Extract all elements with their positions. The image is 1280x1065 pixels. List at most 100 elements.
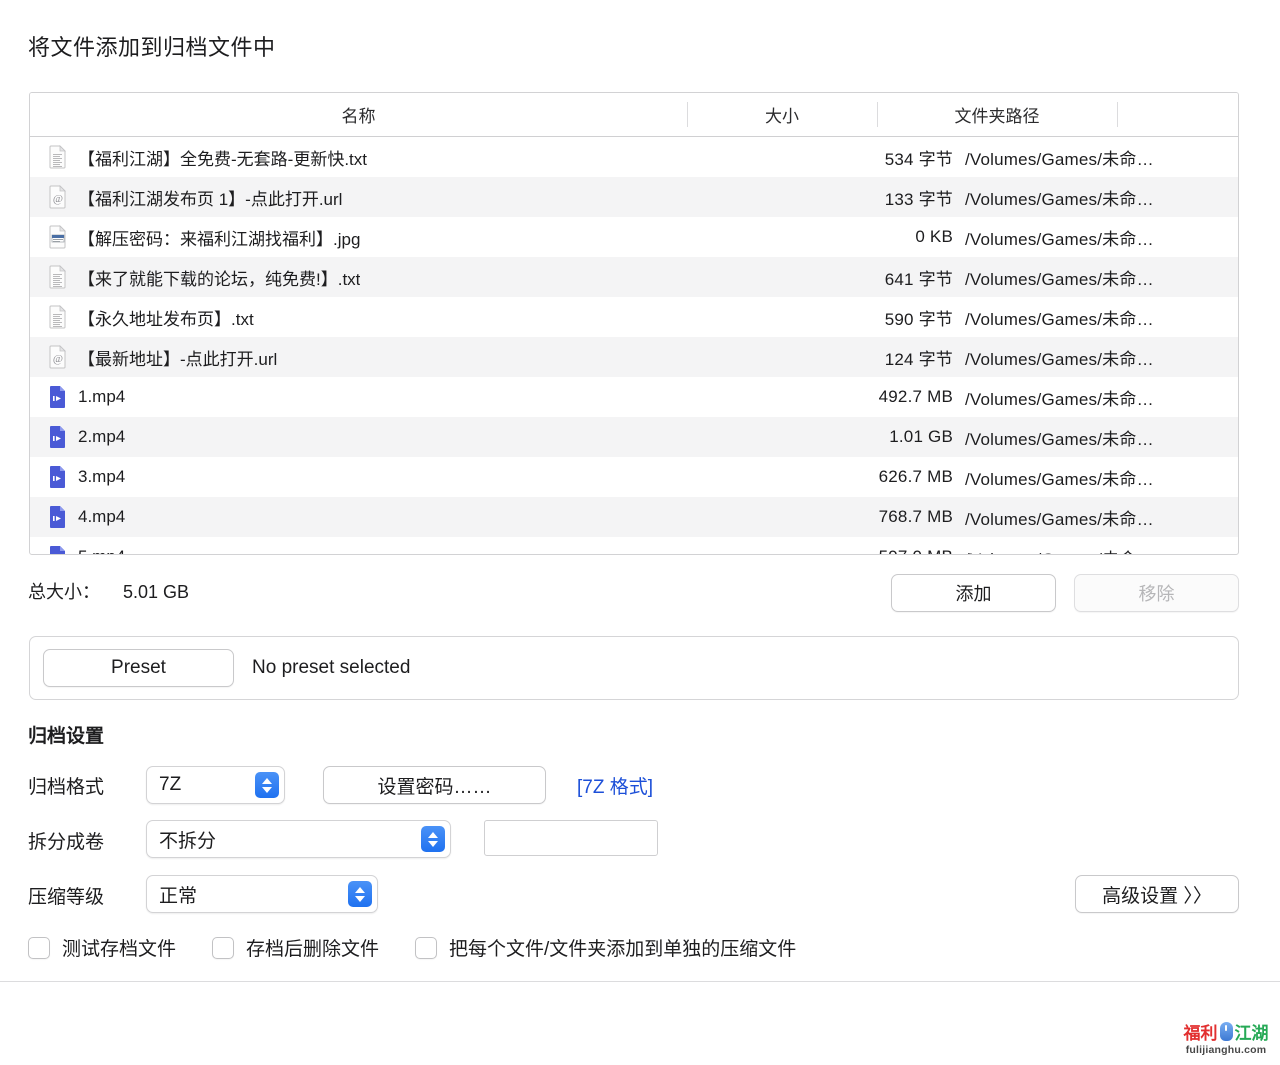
file-size-cell: 133 字节 bbox=[746, 185, 961, 210]
file-name-text: 1.mp4 bbox=[78, 387, 125, 407]
options-checkbox-row: 测试存档文件 存档后删除文件 把每个文件/文件夹添加到单独的压缩文件 bbox=[28, 934, 796, 961]
table-row[interactable]: 2.mp41.01 GB/Volumes/Games/未命… bbox=[30, 417, 1238, 457]
watermark-text-green: 江湖 bbox=[1235, 1019, 1269, 1044]
table-row[interactable]: 【永久地址发布页】.txt590 字节/Volumes/Games/未命… bbox=[30, 297, 1238, 337]
mouse-icon bbox=[1220, 1022, 1233, 1041]
text-file-icon bbox=[48, 305, 68, 329]
checkbox-box[interactable] bbox=[415, 937, 437, 959]
archive-format-value: 7Z bbox=[147, 774, 181, 796]
file-path-cell: /Volumes/Games/未命… bbox=[961, 185, 1238, 210]
option-checkbox-3[interactable]: 把每个文件/文件夹添加到单独的压缩文件 bbox=[415, 934, 796, 961]
table-row[interactable]: @ 【最新地址】-点此打开.url 124 字节/Volumes/Games/未命… bbox=[30, 337, 1238, 377]
file-size-cell: 124 字节 bbox=[746, 345, 961, 370]
column-header-name[interactable]: 名称 bbox=[30, 93, 687, 136]
url-file-icon: @ bbox=[48, 185, 68, 209]
file-size-cell: 597.0 MB bbox=[746, 547, 961, 555]
dialog-footer: 更多选项 取消 开始 bbox=[0, 982, 1280, 1065]
file-name-cell: 【永久地址发布页】.txt bbox=[30, 305, 746, 330]
page-title: 将文件添加到归档文件中 bbox=[28, 30, 276, 62]
file-name-text: 3.mp4 bbox=[78, 467, 125, 487]
watermark-text-red: 福利 bbox=[1184, 1019, 1218, 1044]
file-name-cell: 【解压密码：来福利江湖找福利】.jpg bbox=[30, 225, 746, 250]
video-file-icon bbox=[48, 505, 68, 529]
total-size-label: 总大小： bbox=[28, 582, 100, 602]
split-volume-select[interactable]: 不拆分 bbox=[146, 820, 451, 858]
column-header-spacer bbox=[1117, 93, 1238, 136]
table-row[interactable]: 5.mp4 597.0 MB/Volumes/Games/未命… bbox=[30, 537, 1238, 555]
file-path-cell: /Volumes/Games/未命… bbox=[961, 545, 1238, 556]
video-file-icon bbox=[48, 465, 68, 489]
file-path-cell: /Volumes/Games/未命… bbox=[961, 345, 1238, 370]
table-row[interactable]: @【福利江湖发布页 1】-点此打开.url133 字节/Volumes/Game… bbox=[30, 177, 1238, 217]
add-button[interactable]: 添加 bbox=[891, 574, 1056, 612]
chevron-updown-icon[interactable] bbox=[255, 772, 279, 798]
chevron-updown-icon[interactable] bbox=[421, 826, 445, 852]
site-watermark: 福利 江湖 fulijianghu.com bbox=[1174, 1014, 1278, 1060]
file-name-cell: 1.mp4 bbox=[30, 385, 746, 409]
file-path-cell: /Volumes/Games/未命… bbox=[961, 465, 1238, 490]
file-name-text: 【福利江湖】全免费-无套路-更新快.txt bbox=[78, 145, 367, 170]
remove-button: 移除 bbox=[1074, 574, 1239, 612]
compression-level-label: 压缩等级 bbox=[28, 882, 104, 909]
file-size-cell: 492.7 MB bbox=[746, 387, 961, 407]
watermark-domain: fulijianghu.com bbox=[1186, 1044, 1267, 1056]
add-to-archive-dialog: 将文件添加到归档文件中 名称 大小 文件夹路径 【福利江湖】全免费-无套路-更新… bbox=[0, 0, 1280, 1065]
table-row[interactable]: 3.mp4 626.7 MB/Volumes/Games/未命… bbox=[30, 457, 1238, 497]
watermark-logo: 福利 江湖 bbox=[1184, 1019, 1269, 1044]
file-size-cell: 626.7 MB bbox=[746, 467, 961, 487]
video-file-icon bbox=[48, 385, 68, 409]
archive-format-label: 归档格式 bbox=[28, 772, 104, 799]
file-name-cell: 4.mp4 bbox=[30, 505, 746, 529]
file-size-cell: 534 字节 bbox=[746, 145, 961, 170]
checkbox-box[interactable] bbox=[28, 937, 50, 959]
file-name-text: 5.mp4 bbox=[78, 547, 125, 555]
table-row[interactable]: 4.mp4768.7 MB/Volumes/Games/未命… bbox=[30, 497, 1238, 537]
compression-level-value: 正常 bbox=[147, 881, 197, 908]
file-path-cell: /Volumes/Games/未命… bbox=[961, 265, 1238, 290]
file-name-text: 4.mp4 bbox=[78, 507, 125, 527]
table-row[interactable]: 【解压密码：来福利江湖找福利】.jpg0 KB/Volumes/Games/未命… bbox=[30, 217, 1238, 257]
file-path-cell: /Volumes/Games/未命… bbox=[961, 385, 1238, 410]
file-size-cell: 768.7 MB bbox=[746, 507, 961, 527]
set-password-button[interactable]: 设置密码…… bbox=[323, 766, 546, 804]
format-info-link[interactable]: [7Z 格式] bbox=[577, 772, 653, 799]
svg-text:@: @ bbox=[53, 193, 63, 205]
column-header-path[interactable]: 文件夹路径 bbox=[877, 93, 1117, 136]
file-name-cell: 【福利江湖】全免费-无套路-更新快.txt bbox=[30, 145, 746, 170]
url-file-icon: @ bbox=[48, 345, 68, 369]
table-row[interactable]: 【福利江湖】全免费-无套路-更新快.txt 534 字节/Volumes/Game… bbox=[30, 137, 1238, 177]
chevron-updown-icon[interactable] bbox=[348, 881, 372, 907]
video-file-icon bbox=[48, 425, 68, 449]
total-size-value: 5.01 GB bbox=[123, 582, 189, 602]
file-list-body[interactable]: 【福利江湖】全免费-无套路-更新快.txt 534 字节/Volumes/Game… bbox=[30, 137, 1238, 555]
table-row[interactable]: 1.mp4 492.7 MB/Volumes/Games/未命… bbox=[30, 377, 1238, 417]
compression-level-select[interactable]: 正常 bbox=[146, 875, 378, 913]
file-path-cell: /Volumes/Games/未命… bbox=[961, 145, 1238, 170]
archive-format-select[interactable]: 7Z bbox=[146, 766, 285, 804]
file-size-cell: 0 KB bbox=[746, 227, 961, 247]
preset-button[interactable]: Preset bbox=[43, 649, 234, 687]
option-checkbox-label: 把每个文件/文件夹添加到单独的压缩文件 bbox=[449, 934, 796, 961]
file-size-cell: 641 字节 bbox=[746, 265, 961, 290]
file-name-cell: @ 【最新地址】-点此打开.url bbox=[30, 345, 746, 370]
file-name-cell: 2.mp4 bbox=[30, 425, 746, 449]
checkbox-box[interactable] bbox=[212, 937, 234, 959]
file-name-text: 【最新地址】-点此打开.url bbox=[78, 345, 277, 370]
split-volume-label: 拆分成卷 bbox=[28, 827, 104, 854]
video-file-icon bbox=[48, 545, 68, 555]
file-path-cell: /Volumes/Games/未命… bbox=[961, 305, 1238, 330]
advanced-settings-button[interactable]: 高级设置 〉〉 bbox=[1075, 875, 1239, 913]
option-checkbox-2[interactable]: 存档后删除文件 bbox=[212, 934, 379, 961]
file-list-table: 名称 大小 文件夹路径 【福利江湖】全免费-无套路-更新快.txt534 字节/… bbox=[29, 92, 1239, 555]
file-size-cell: 1.01 GB bbox=[746, 427, 961, 447]
split-volume-value: 不拆分 bbox=[147, 826, 216, 853]
table-row[interactable]: 【来了就能下载的论坛，纯免费!】.txt 641 字节/Volumes/Games… bbox=[30, 257, 1238, 297]
option-checkbox-label: 测试存档文件 bbox=[62, 934, 176, 961]
file-path-cell: /Volumes/Games/未命… bbox=[961, 425, 1238, 450]
option-checkbox-1[interactable]: 测试存档文件 bbox=[28, 934, 176, 961]
file-name-text: 【永久地址发布页】.txt bbox=[78, 305, 254, 330]
volume-size-input[interactable] bbox=[484, 820, 658, 856]
text-file-icon bbox=[48, 145, 68, 169]
file-name-text: 【来了就能下载的论坛，纯免费!】.txt bbox=[78, 265, 360, 290]
column-header-size[interactable]: 大小 bbox=[687, 93, 877, 136]
